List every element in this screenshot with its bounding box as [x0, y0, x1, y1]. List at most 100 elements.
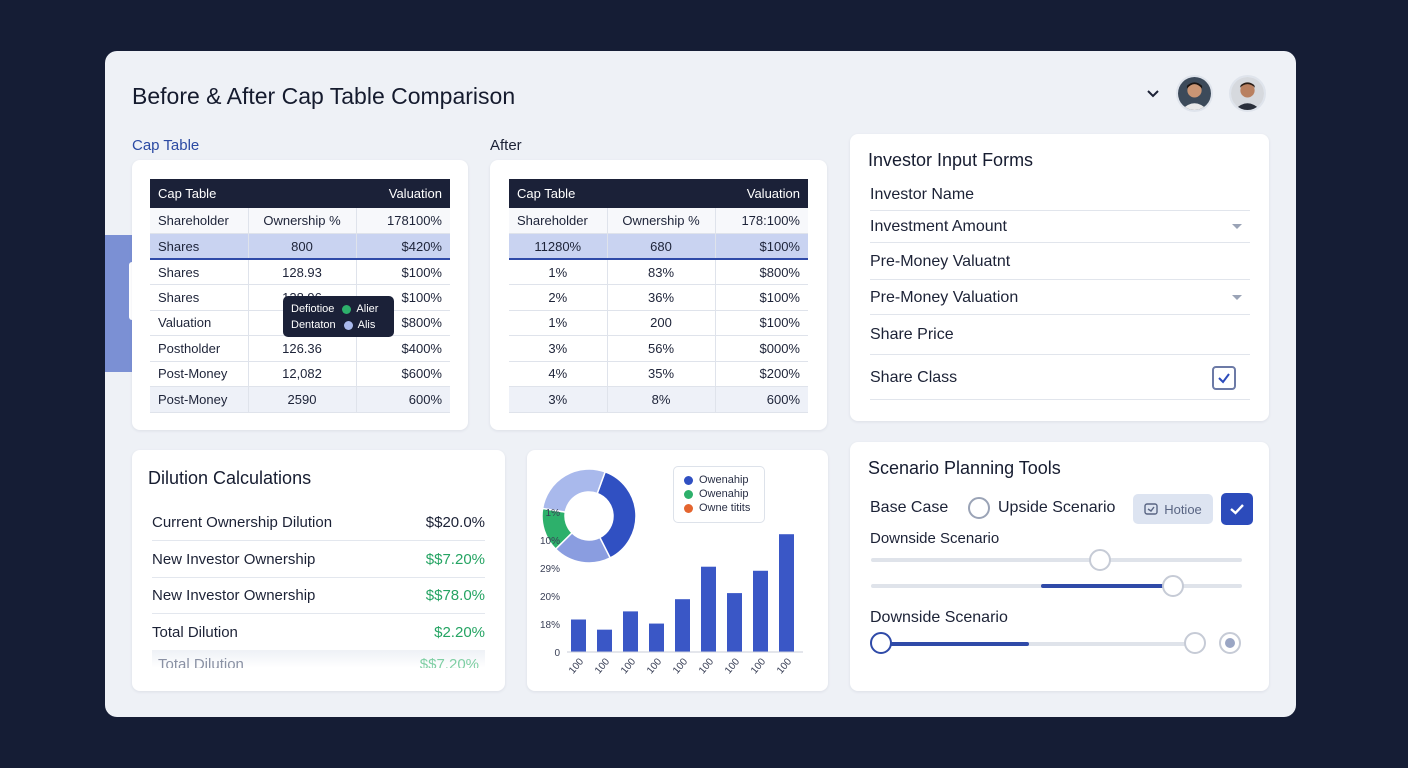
after-cap-table: Cap Table Valuation Shareholder Ownershi… [509, 179, 808, 413]
table-cell: 126.36 [248, 335, 357, 362]
radio-selected[interactable] [1219, 632, 1241, 654]
avatar[interactable] [1229, 75, 1266, 112]
before-cap-table-card: Cap Table Valuation Shareholder Ownershi… [132, 160, 468, 430]
x-tick-label: 100 [749, 656, 768, 676]
pre-money-valuation-field[interactable]: Pre-Money Valuatnt [870, 244, 1250, 280]
table-row[interactable]: 2% 36% $100% [509, 284, 808, 311]
edit-icon [1144, 503, 1158, 515]
chart-legend: Owenahip Owenahip Owne titits [673, 466, 765, 523]
slider-handle[interactable] [870, 632, 892, 654]
y-tick-label: 1% [546, 508, 561, 519]
legend-swatch [684, 503, 693, 513]
downside-scenario-label: Downside Scenario [870, 530, 1000, 547]
column-header: Shareholder [509, 208, 608, 234]
table-cell: 1% [509, 310, 608, 336]
slider-range-fill [1041, 584, 1171, 588]
x-tick-label: 100 [619, 656, 638, 676]
tooltip-label: Defiotioe [291, 303, 335, 315]
pre-money-valuation-select[interactable]: Pre-Money Valuation [870, 281, 1250, 315]
table-cell: 35% [607, 361, 716, 387]
slider-handle[interactable] [1162, 575, 1184, 597]
table-cell: 11280% [509, 233, 608, 260]
confirm-button[interactable] [1221, 493, 1253, 525]
dilution-value: $$7.20% [419, 656, 479, 668]
ownership-chart-card: 100 100 100 100 100 100 100 100 100 1% 10% 29% 20% 18… [527, 450, 828, 691]
column-header: Ownership % [248, 208, 357, 234]
legend-entry: Owenahip [699, 488, 749, 500]
table-row[interactable]: 1% 200 $100% [509, 310, 808, 336]
upside-scenario-label[interactable]: Upside Scenario [998, 499, 1115, 517]
table-cell: $600% [356, 361, 450, 387]
dilution-row: Total Dilution $2.20% [152, 614, 485, 651]
dilution-card: Dilution Calculations Current Ownership … [132, 450, 505, 691]
table-row[interactable]: 3% 8% 600% [509, 386, 808, 413]
table-cell: $000% [715, 335, 808, 362]
table-cell: 680 [607, 233, 716, 260]
dilution-row: New Investor Ownership $$7.20% [152, 541, 485, 578]
legend-swatch [684, 489, 693, 499]
x-tick-label: 100 [645, 656, 664, 676]
tooltip-value: Alis [357, 319, 376, 331]
table-cell: $400% [356, 335, 450, 362]
chevron-down-icon[interactable] [1146, 87, 1160, 101]
y-tick-label: 29% [540, 564, 560, 575]
x-tick-label: 100 [593, 656, 612, 676]
table-row[interactable]: 3% 56% $000% [509, 335, 808, 362]
legend-entry: Owne titits [699, 502, 751, 514]
share-class-field[interactable]: Share Class [870, 356, 1250, 400]
table-row[interactable]: Postholder 126.36 $400% [150, 335, 450, 362]
bar [623, 611, 638, 652]
table-row[interactable]: Shares 128.93 $100% [150, 259, 450, 285]
blue-dot-icon [343, 320, 353, 330]
table-cell: 36% [607, 284, 716, 311]
table-cell: $100% [356, 259, 450, 285]
slider-handle[interactable] [1089, 549, 1111, 571]
avatar[interactable] [1176, 75, 1213, 112]
y-tick-label: 18% [540, 620, 560, 631]
slider-handle[interactable] [1184, 632, 1206, 654]
table-cell: 200 [607, 310, 716, 336]
slider-track[interactable] [871, 558, 1242, 562]
table-cell: Shares [150, 233, 249, 260]
check-icon [1218, 372, 1230, 384]
check-icon [1230, 504, 1244, 515]
table-cell: $100% [715, 284, 808, 311]
upside-scenario-radio[interactable] [968, 497, 990, 519]
dilution-label: Total Dilution [152, 624, 238, 641]
base-case-label[interactable]: Base Case [870, 499, 948, 517]
table-row[interactable]: 11280% 680 $100% [509, 233, 808, 260]
y-tick-label: 10% [540, 536, 560, 547]
y-tick-label: 20% [540, 592, 560, 603]
table-row[interactable]: Post-Money 12,082 $600% [150, 361, 450, 387]
table-row[interactable]: Post-Money 2590 600% [150, 386, 450, 413]
dilution-label: New Investor Ownership [152, 586, 316, 604]
legend-entry: Owenahip [699, 474, 749, 486]
table-cell: 2590 [248, 386, 357, 413]
dilution-label: New Investor Ownership [152, 550, 316, 568]
share-price-field[interactable]: Share Price [870, 316, 1250, 355]
table-row[interactable]: Shares 800 $420% [150, 233, 450, 260]
field-label: Investor Name [870, 186, 975, 203]
hotkey-button[interactable]: Hotioe [1133, 494, 1213, 524]
bar [675, 599, 690, 652]
dilution-title: Dilution Calculations [148, 468, 312, 488]
investor-name-field[interactable]: Investor Name [870, 180, 1250, 211]
table-cell: $800% [715, 259, 808, 285]
table-cell: 8% [607, 386, 716, 413]
table-row[interactable]: 1% 83% $800% [509, 259, 808, 285]
radio-dot-icon [1225, 638, 1235, 648]
table-cell: 12,082 [248, 361, 357, 387]
investment-amount-select[interactable]: Investment Amount [870, 211, 1250, 243]
table-cell: $420% [356, 233, 450, 260]
table-cell: $100% [715, 233, 808, 260]
dilution-value: $$20.0% [425, 513, 485, 531]
table-cell: 800 [248, 233, 357, 260]
table-row[interactable]: 4% 35% $200% [509, 361, 808, 387]
chart-tooltip: Defiotioe Alier Dentaton Alis [283, 296, 394, 337]
share-class-checkbox[interactable] [1212, 365, 1236, 390]
table-cell: $100% [715, 310, 808, 336]
bar [779, 534, 794, 652]
table-cell: 128.93 [248, 259, 357, 285]
dilution-label: Total Dilution [158, 656, 244, 668]
table-cell: 3% [509, 335, 608, 362]
